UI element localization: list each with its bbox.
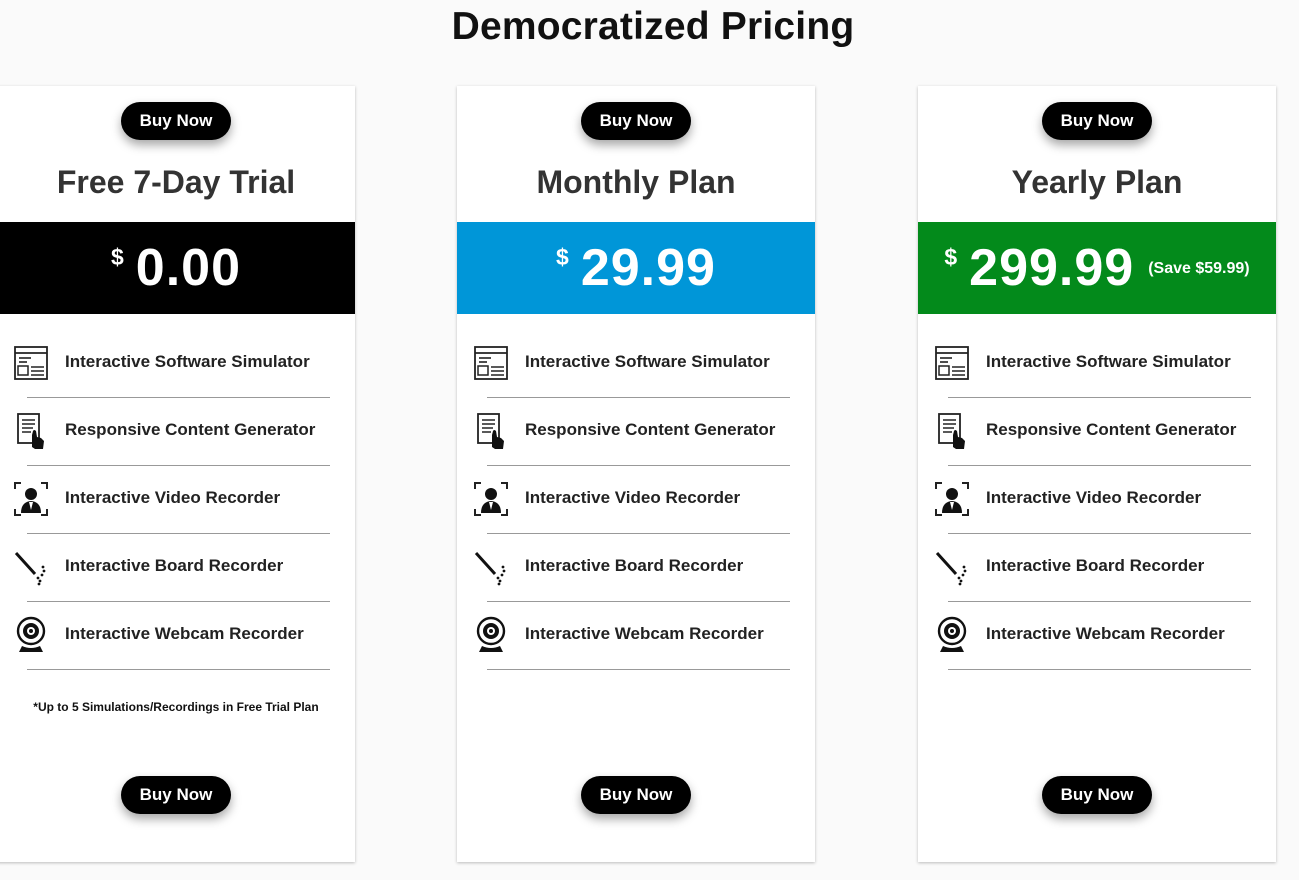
buy-now-button[interactable]: Buy Now: [1042, 102, 1152, 140]
plan-name: Monthly Plan: [536, 164, 736, 200]
feature-label: Interactive Video Recorder: [65, 488, 281, 507]
currency-symbol: $: [944, 244, 958, 270]
pricing-card: Buy Now Monthly Plan $29.99 Interactive So…: [457, 86, 815, 862]
feature-item: Interactive Video Recorder: [918, 466, 1276, 534]
feature-label: Interactive Video Recorder: [986, 488, 1202, 507]
content-generator-icon: [934, 411, 970, 451]
feature-item: Interactive Board Recorder: [0, 534, 355, 602]
buy-now-button[interactable]: Buy Now: [581, 776, 691, 814]
feature-label: Interactive Software Simulator: [525, 352, 770, 371]
feature-label: Responsive Content Generator: [65, 420, 316, 439]
video-recorder-icon: [13, 479, 49, 519]
pricing-card: Buy Now Free 7-Day Trial $0.00 Interactive…: [0, 86, 355, 862]
divider: [948, 669, 1251, 670]
software-simulator-icon: [13, 343, 49, 383]
feature-item: Interactive Software Simulator: [918, 330, 1276, 398]
feature-label: Responsive Content Generator: [525, 420, 776, 439]
price-band: $0.00: [0, 222, 355, 314]
webcam-recorder-icon: [473, 615, 509, 655]
feature-label: Interactive Software Simulator: [986, 352, 1231, 371]
feature-item: Responsive Content Generator: [457, 398, 815, 466]
currency-symbol: $: [556, 244, 569, 270]
price-band: $299.99 (Save $59.99): [918, 222, 1276, 314]
price-amount: 299.99: [969, 239, 1135, 297]
content-generator-icon: [13, 411, 49, 451]
feature-label: Interactive Webcam Recorder: [525, 624, 764, 643]
feature-item: Interactive Video Recorder: [0, 466, 355, 534]
page-title: Democratized Pricing: [451, 5, 855, 48]
feature-item: Responsive Content Generator: [918, 398, 1276, 466]
buy-now-button[interactable]: Buy Now: [121, 102, 231, 140]
divider: [27, 669, 330, 670]
plan-name: Yearly Plan: [1011, 164, 1183, 200]
feature-label: Interactive Board Recorder: [986, 556, 1205, 575]
feature-item: Interactive Webcam Recorder: [918, 602, 1276, 670]
feature-list: Interactive Software Simulator Responsiv…: [457, 330, 815, 670]
video-recorder-icon: [934, 479, 970, 519]
feature-item: Interactive Software Simulator: [0, 330, 355, 398]
feature-label: Interactive Board Recorder: [525, 556, 744, 575]
webcam-recorder-icon: [934, 615, 970, 655]
board-recorder-icon: [934, 547, 970, 587]
software-simulator-icon: [934, 343, 970, 383]
board-recorder-icon: [13, 547, 49, 587]
feature-list: Interactive Software Simulator Responsiv…: [918, 330, 1276, 670]
board-recorder-icon: [473, 547, 509, 587]
price-amount: 0.00: [135, 239, 241, 297]
buy-now-button[interactable]: Buy Now: [581, 102, 691, 140]
price-amount: 29.99: [580, 239, 716, 297]
divider: [487, 669, 790, 670]
feature-item: Interactive Board Recorder: [457, 534, 815, 602]
feature-item: Interactive Webcam Recorder: [457, 602, 815, 670]
feature-label: Interactive Webcam Recorder: [65, 624, 304, 643]
pricing-card: Buy Now Yearly Plan $299.99 (Save $59.99) I…: [918, 86, 1276, 862]
currency-symbol: $: [110, 244, 124, 270]
feature-item: Responsive Content Generator: [0, 398, 355, 466]
webcam-recorder-icon: [13, 615, 49, 655]
feature-item: Interactive Video Recorder: [457, 466, 815, 534]
feature-list: Interactive Software Simulator Responsiv…: [0, 330, 355, 670]
feature-label: Interactive Software Simulator: [65, 352, 310, 371]
video-recorder-icon: [473, 479, 509, 519]
feature-item: Interactive Board Recorder: [918, 534, 1276, 602]
feature-item: Interactive Webcam Recorder: [0, 602, 355, 670]
buy-now-button[interactable]: Buy Now: [121, 776, 231, 814]
content-generator-icon: [473, 411, 509, 451]
feature-label: Interactive Webcam Recorder: [986, 624, 1225, 643]
software-simulator-icon: [473, 343, 509, 383]
feature-label: Interactive Video Recorder: [525, 488, 741, 507]
feature-item: Interactive Software Simulator: [457, 330, 815, 398]
feature-label: Responsive Content Generator: [986, 420, 1237, 439]
savings-note: (Save $59.99): [1148, 260, 1250, 277]
footnote: *Up to 5 Simulations/Recordings in Free …: [33, 700, 319, 714]
plan-name: Free 7-Day Trial: [56, 164, 296, 200]
price-band: $29.99: [457, 222, 815, 314]
buy-now-button[interactable]: Buy Now: [1042, 776, 1152, 814]
feature-label: Interactive Board Recorder: [65, 556, 284, 575]
